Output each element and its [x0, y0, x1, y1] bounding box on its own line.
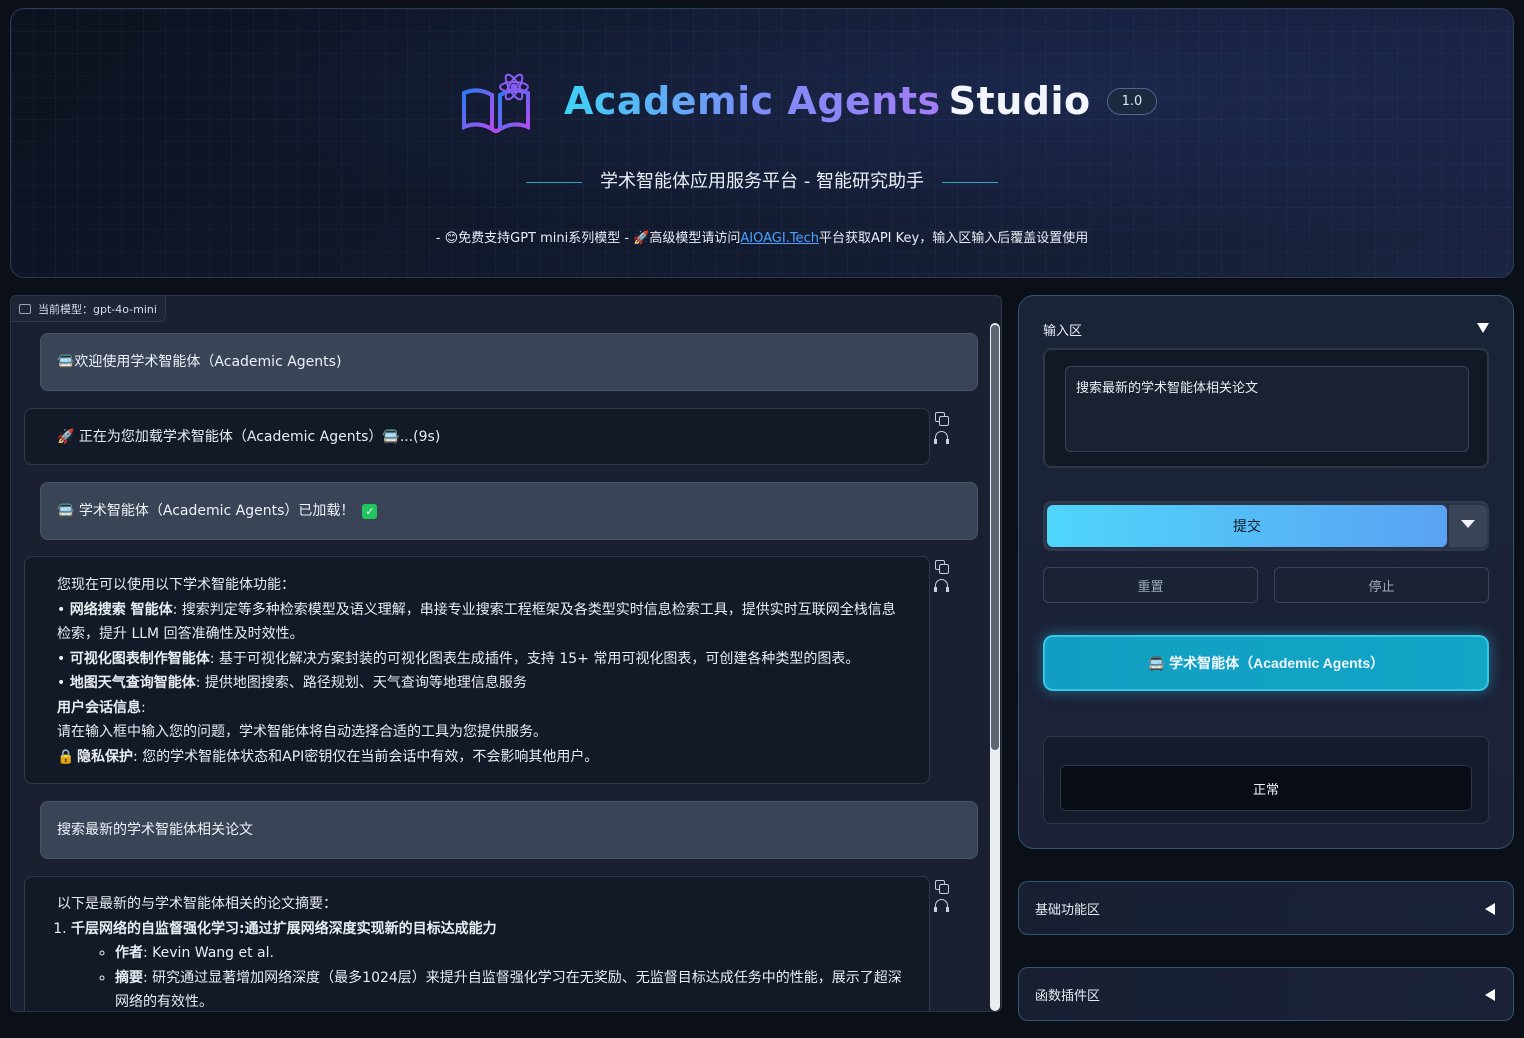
lock-icon: 🔒 [57, 748, 75, 765]
basic-functions-accordion[interactable]: 基础功能区 [1018, 881, 1514, 935]
chat-scrollbar[interactable] [990, 323, 1000, 1011]
input-panel: 输入区 提交 重置 停止 🚍 学术智能体（Academic Agents） 正常 [1018, 295, 1514, 849]
copy-icon[interactable] [935, 880, 949, 894]
message-tools [934, 560, 951, 596]
message-intro: 您现在可以使用以下学术智能体功能： [57, 577, 295, 593]
chat-message-user: 🚍欢迎使用学术智能体（Academic Agents) [40, 333, 978, 391]
subtitle: 学术智能体应用服务平台 - 智能研究助手 [11, 167, 1513, 193]
collapse-caret-icon[interactable] [1477, 323, 1489, 333]
collapse-triangle-icon [1485, 989, 1495, 1001]
chat-bubble-icon [19, 303, 31, 314]
abstract-value: : 研究通过显著增加网络深度（最多1024层）来提升自监督强化学习在无奖励、无监… [115, 969, 902, 1011]
feature-title: 可视化图表制作智能体 [69, 650, 210, 667]
collapse-triangle-icon [1485, 903, 1495, 915]
feature-title: 网络搜索 智能体 [69, 601, 173, 618]
copy-icon[interactable] [935, 412, 949, 426]
divider-left [526, 181, 583, 183]
chat-message-user: 🚍 学术智能体（Academic Agents）已加载！ ✓ [40, 482, 978, 540]
app-title-gradient: Academic Agents [564, 79, 941, 123]
paper-list: 千层网络的自监督强化学习:通过扩展网络深度实现新的目标达成能力 作者: Kevi… [71, 917, 909, 1012]
paper-title: 千层网络的自监督强化学习:通过扩展网络深度实现新的目标达成能力 [71, 920, 497, 937]
input-section-title: 输入区 [1043, 324, 1083, 339]
feature-text: : 提供地图搜索、路径规划、天气查询等地理信息服务 [195, 675, 527, 691]
chat-panel: 当前模型：gpt-4o-mini 🚍欢迎使用学术智能体（Academic Age… [10, 295, 1002, 1012]
function-plugins-accordion[interactable]: 函数插件区 [1018, 967, 1514, 1021]
notice-line: - 😊免费支持GPT mini系列模型 - 🚀高级模型请访问AIOAGI.Tec… [11, 227, 1513, 246]
model-tag: 当前模型：gpt-4o-mini [11, 296, 166, 322]
chat-message-bot: 以下是最新的与学术智能体相关的论文摘要： 千层网络的自监督强化学习:通过扩展网络… [24, 876, 930, 1012]
chat-message-bot: 您现在可以使用以下学术智能体功能： • 网络搜索 智能体: 搜索判定等多种检索模… [24, 556, 930, 784]
accordion-label: 基础功能区 [1035, 902, 1101, 918]
feature-title: 地图天气查询智能体 [69, 675, 196, 691]
check-icon: ✓ [362, 503, 378, 519]
privacy-line: 🔒 隐私保护: 您的学术智能体状态和API密钥仅在当前会话中有效，不会影响其他用户… [57, 745, 909, 770]
paper-details: 作者: Kevin Wang et al. 摘要: 研究通过显著增加网络深度（最… [115, 941, 909, 1012]
feature-text: : 基于可视化解决方案封装的可视化图表生成插件，支持 15+ 常用可视化图表，可… [209, 650, 860, 667]
status-display: 正常 [1060, 765, 1472, 811]
app-title: Academic Agents Studio [564, 79, 1091, 123]
message-intro: 以下是最新的与学术智能体相关的论文摘要： [57, 896, 337, 912]
academic-agents-button[interactable]: 🚍 学术智能体（Academic Agents） [1043, 635, 1489, 691]
privacy-title: 隐私保护 [77, 748, 133, 765]
model-tag-label: 当前模型：gpt-4o-mini [38, 302, 157, 316]
scrollbar-thumb[interactable] [991, 325, 999, 750]
message-text: 🚍 学术智能体（Academic Agents）已加载！ [57, 502, 355, 519]
divider-right [941, 181, 998, 183]
brand: Academic Agents Studio 1.0 [456, 61, 1158, 141]
session-colon: : [141, 699, 146, 716]
paper-abstract: 摘要: 研究通过显著增加网络深度（最多1024层）来提升自监督强化学习在无奖励、… [115, 966, 909, 1012]
stop-button[interactable]: 停止 [1274, 567, 1489, 603]
subtitle-text: 学术智能体应用服务平台 - 智能研究助手 [600, 171, 924, 192]
notice-prefix: - 😊免费支持GPT mini系列模型 - 🚀高级模型请访问 [435, 231, 741, 246]
headphones-icon[interactable] [934, 899, 949, 912]
message-text: 🚍欢迎使用学术智能体（Academic Agents) [57, 353, 342, 370]
version-badge: 1.0 [1106, 87, 1158, 115]
author-value: : Kevin Wang et al. [143, 945, 274, 961]
feature-line: • 地图天气查询智能体: 提供地图搜索、路径规划、天气查询等地理信息服务 [57, 675, 527, 691]
reset-button[interactable]: 重置 [1043, 567, 1258, 603]
message-text: 搜索最新的学术智能体相关论文 [57, 821, 253, 838]
app-title-studio: Studio [948, 79, 1091, 123]
accordion-label: 函数插件区 [1035, 988, 1101, 1004]
query-input[interactable] [1065, 366, 1469, 452]
status-container: 正常 [1043, 736, 1489, 824]
copy-icon[interactable] [935, 560, 949, 574]
chat-message-bot: 🚀 正在为您加载学术智能体（Academic Agents）🚍...(9s) [24, 408, 930, 465]
chat-message-user: 搜索最新的学术智能体相关论文 [40, 801, 978, 859]
author-label: 作者 [115, 945, 143, 961]
submit-group: 提交 [1043, 501, 1489, 551]
paper-author: 作者: Kevin Wang et al. [115, 941, 909, 966]
submit-button[interactable]: 提交 [1047, 505, 1447, 547]
headphones-icon[interactable] [934, 431, 949, 444]
book-atom-icon [456, 65, 536, 137]
feature-line: • 网络搜索 智能体: 搜索判定等多种检索模型及语义理解，串接专业搜索工程框架及… [57, 601, 896, 643]
app-header: Academic Agents Studio 1.0 学术智能体应用服务平台 - … [10, 8, 1514, 278]
abstract-label: 摘要 [115, 969, 143, 986]
message-tools [934, 880, 951, 916]
session-title: 用户会话信息 [57, 699, 141, 716]
message-text: 🚀 正在为您加载学术智能体（Academic Agents）🚍...(9s) [57, 429, 441, 445]
feature-line: • 可视化图表制作智能体: 基于可视化解决方案封装的可视化图表生成插件，支持 1… [57, 650, 860, 667]
notice-suffix: 平台获取API Key，输入区输入后覆盖设置使用 [818, 231, 1089, 246]
message-tools [934, 412, 951, 448]
session-heading: 用户会话信息: [57, 696, 909, 721]
paper-item: 千层网络的自监督强化学习:通过扩展网络深度实现新的目标达成能力 作者: Kevi… [71, 917, 909, 1012]
input-container [1043, 348, 1489, 468]
submit-dropdown-chevron-icon[interactable] [1449, 505, 1487, 547]
privacy-text: : 您的学术智能体状态和API密钥仅在当前会话中有效，不会影响其他用户。 [133, 748, 599, 765]
session-text: 请在输入框中输入您的问题，学术智能体将自动选择合适的工具为您提供服务。 [57, 724, 547, 740]
feature-text: : 搜索判定等多种检索模型及语义理解，串接专业搜索工程框架及各类型实时信息检索工… [57, 601, 896, 643]
aioagi-link[interactable]: AIOAGI.Tech [740, 231, 819, 246]
headphones-icon[interactable] [934, 579, 949, 592]
